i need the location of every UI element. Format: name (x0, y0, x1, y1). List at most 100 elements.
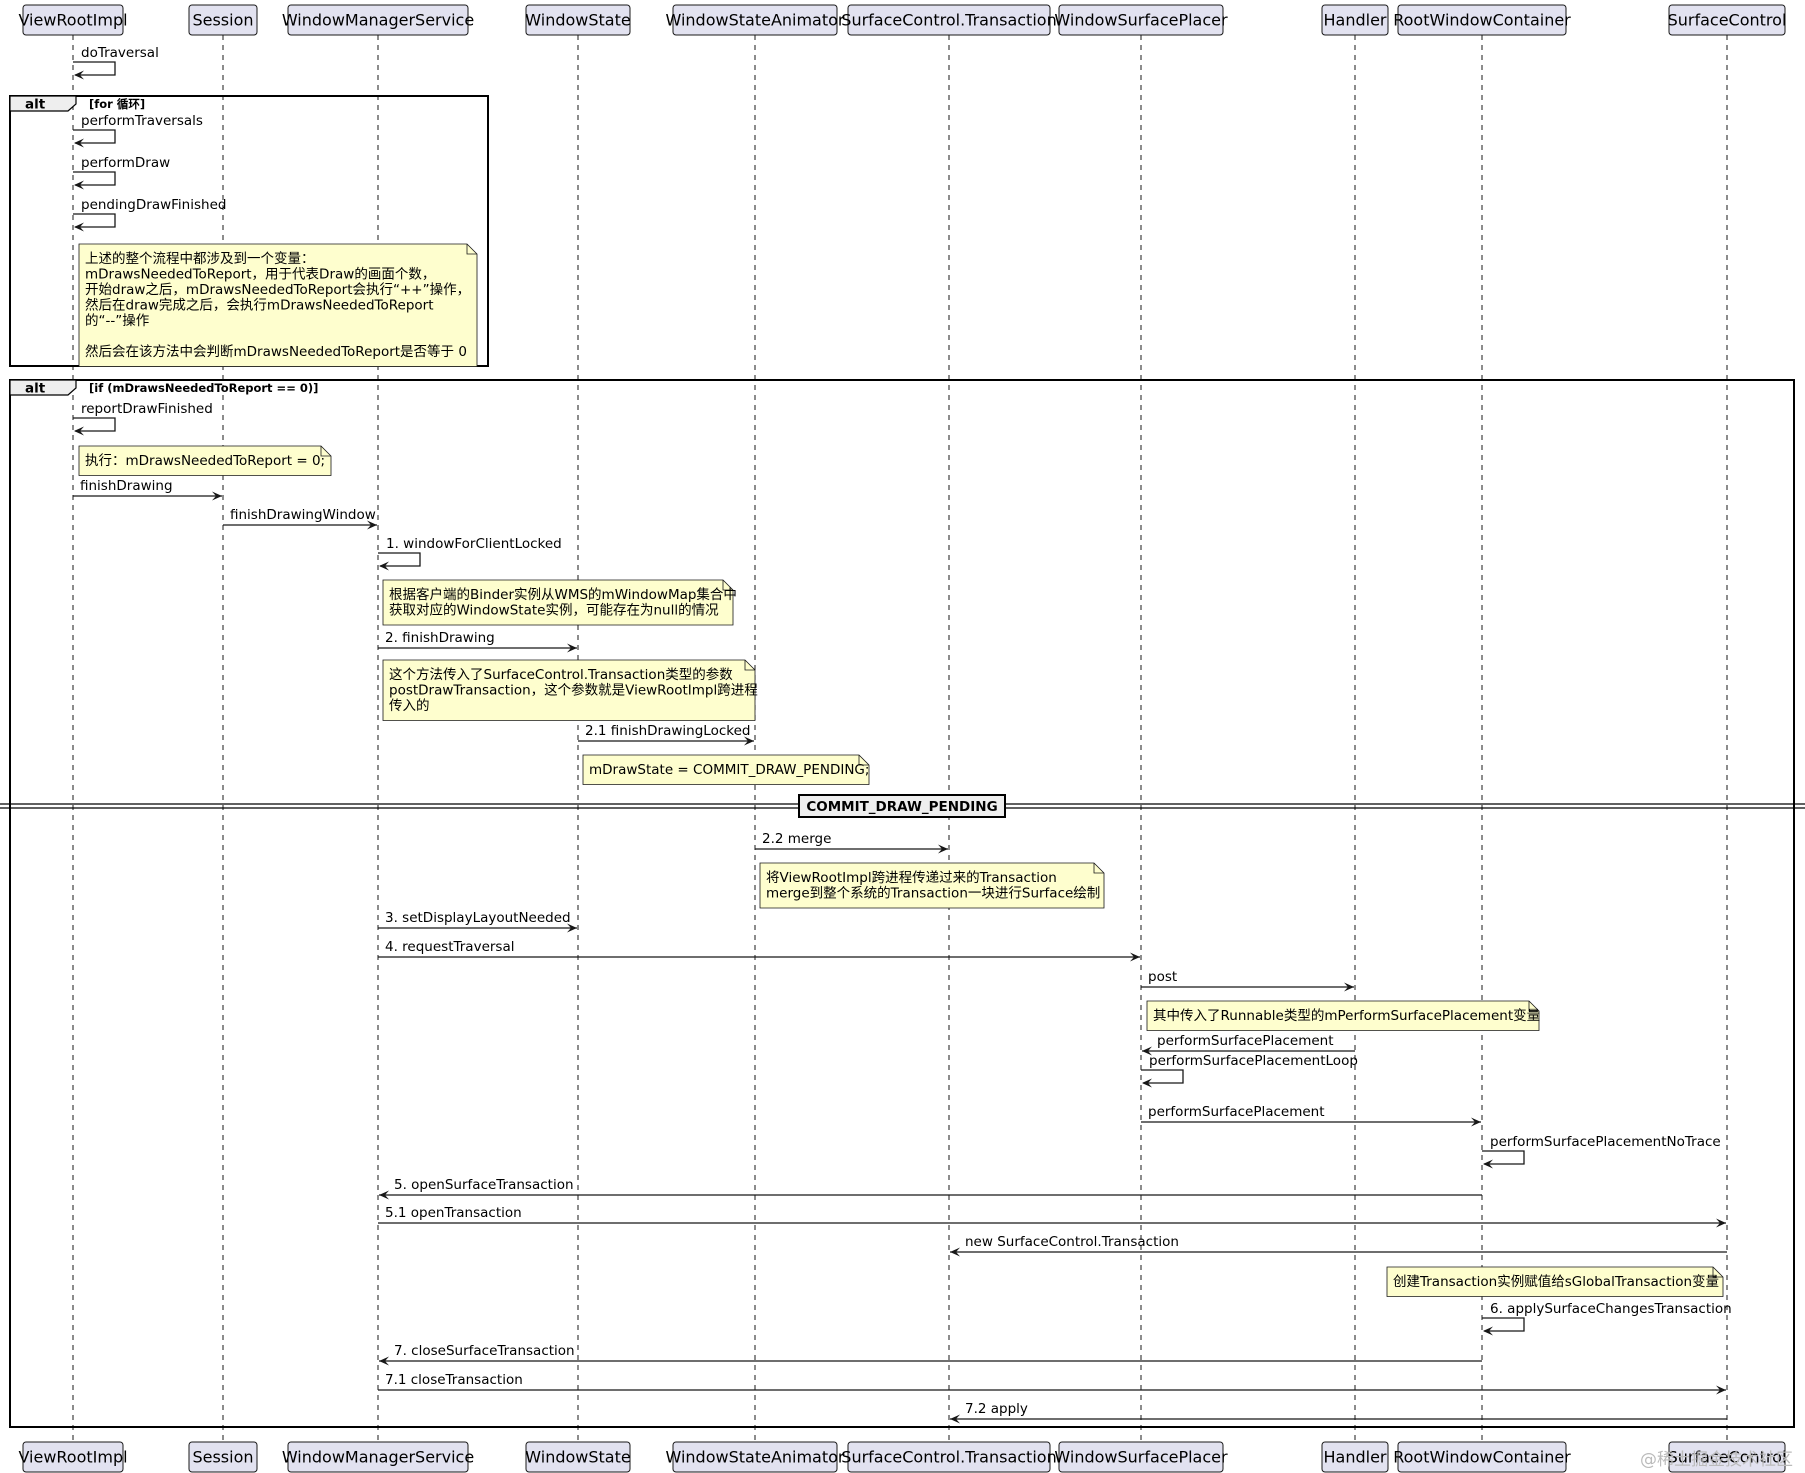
note-line: postDrawTransaction，这个参数就是ViewRootImpl跨进… (389, 682, 758, 699)
message-2-2-merge: 2.2 merge (755, 831, 948, 854)
message-4-requesttraversal: 4. requestTraversal (378, 939, 1140, 962)
fragment-keyword: alt (25, 97, 46, 113)
note-3: 根据客户端的Binder实例从WMS的mWindowMap集合中获取对应的Win… (382, 579, 737, 626)
participant-viewrootimpl-bottom: ViewRootImpl (18, 1441, 128, 1473)
participant-surfacecontrol-top: SurfaceControl (1668, 4, 1787, 36)
note-7: 其中传入了Runnable类型的mPerformSurfacePlacement… (1146, 1000, 1540, 1031)
participant-session-bottom: Session (188, 1441, 258, 1473)
message-label: new SurfaceControl.Transaction (965, 1234, 1179, 1250)
message-label: pendingDrawFinished (81, 197, 226, 213)
participant-windowsurfaceplacer-bottom: WindowSurfacePlacer (1054, 1441, 1228, 1473)
participant-windowstate-bottom: WindowState (525, 1441, 631, 1473)
participant-windowstate-top: WindowState (525, 4, 631, 36)
message-finishdrawing: finishDrawing (73, 478, 222, 501)
note-line: 执行：mDrawsNeededToReport = 0; (85, 453, 325, 469)
message-label: performSurfacePlacementLoop (1149, 1053, 1358, 1069)
message-label: doTraversal (81, 45, 159, 61)
message-label: 7.1 closeTransaction (385, 1372, 523, 1388)
message-label: 2.1 finishDrawingLocked (585, 723, 750, 739)
message-performsurfaceplacementnotrace: performSurfacePlacementNoTrace (1482, 1134, 1721, 1169)
message-label: performTraversals (81, 113, 203, 129)
participant-label: ViewRootImpl (18, 1448, 127, 1467)
message-label: 2. finishDrawing (385, 630, 495, 646)
note-line: 获取对应的WindowState实例，可能存在为null的情况 (389, 602, 719, 619)
message-label: 3. setDisplayLayoutNeeded (385, 910, 571, 926)
participant-rootwindowcontainer-bottom: RootWindowContainer (1393, 1441, 1571, 1473)
note-line: 开始draw之后，mDrawsNeededToReport会执行“++”操作， (85, 282, 470, 298)
message-label: performSurfacePlacementNoTrace (1490, 1134, 1721, 1150)
message-label: 7.2 apply (965, 1401, 1028, 1417)
message-label: performDraw (81, 155, 170, 171)
participant-label: RootWindowContainer (1393, 11, 1571, 30)
participant-label: WindowManagerService (282, 11, 474, 30)
note-line: 根据客户端的Binder实例从WMS的mWindowMap集合中 (389, 586, 737, 603)
message-7-closesurfacetransaction: 7. closeSurfaceTransaction (379, 1343, 1482, 1366)
note-line: mDrawState = COMMIT_DRAW_PENDING; (589, 762, 869, 778)
participant-windowmanagerservice-bottom: WindowManagerService (282, 1441, 474, 1473)
note-line: 这个方法传入了SurfaceControl.Transaction类型的参数 (389, 666, 733, 683)
notes: 上述的整个流程中都涉及到一个变量：mDrawsNeededToReport，用于… (78, 243, 1724, 1297)
message-pendingdrawfinished: pendingDrawFinished (73, 197, 226, 232)
participant-label: Session (192, 11, 253, 30)
note-8: 创建Transaction实例赋值给sGlobalTransaction变量 (1386, 1266, 1724, 1297)
participant-label: WindowState (525, 1448, 630, 1467)
participant-label: WindowSurfacePlacer (1054, 1448, 1228, 1467)
note-line: 创建Transaction实例赋值给sGlobalTransaction变量 (1393, 1274, 1719, 1290)
note-line: 然后会在该方法中会判断mDrawsNeededToReport是否等于 0 (85, 343, 467, 360)
note-line: mDrawsNeededToReport，用于代表Draw的画面个数， (85, 267, 435, 283)
message-label: 1. windowForClientLocked (386, 536, 562, 552)
note-1: 上述的整个流程中都涉及到一个变量：mDrawsNeededToReport，用于… (78, 243, 478, 367)
message-label: 6. applySurfaceChangesTransaction (1490, 1301, 1732, 1317)
note-line: 其中传入了Runnable类型的mPerformSurfacePlacement… (1153, 1008, 1540, 1024)
participant-windowstateanimator-top: WindowStateAnimator (666, 4, 845, 36)
note-6: 将ViewRootImpl跨进程传递过来的Transactionmerge到整个… (759, 862, 1105, 909)
fragment-guard: [for 循环] (89, 97, 145, 111)
message-new-surfacecontrol-transaction: new SurfaceControl.Transaction (950, 1234, 1727, 1257)
message-label: 2.2 merge (762, 831, 831, 847)
participant-label: Handler (1324, 11, 1387, 30)
divider: COMMIT_DRAW_PENDING (0, 794, 1805, 818)
note-line: 然后在draw完成之后，会执行mDrawsNeededToReport (85, 297, 434, 314)
participant-label: Session (192, 1448, 253, 1467)
message-performsurfaceplacementloop: performSurfacePlacementLoop (1141, 1053, 1358, 1088)
fragment-keyword: alt (25, 381, 46, 397)
message-label: post (1148, 969, 1177, 985)
message-2-finishdrawing: 2. finishDrawing (378, 630, 577, 653)
message-label: 4. requestTraversal (385, 939, 514, 955)
message-7-1-closetransaction: 7.1 closeTransaction (378, 1372, 1726, 1395)
message-label: performSurfacePlacement (1148, 1104, 1325, 1120)
fragment-guard: [if (mDrawsNeededToReport == 0)] (89, 381, 318, 395)
message-performdraw: performDraw (73, 155, 170, 190)
message-label: 7. closeSurfaceTransaction (394, 1343, 575, 1359)
message-dotraversal: doTraversal (73, 45, 159, 80)
note-line: 将ViewRootImpl跨进程传递过来的Transaction (766, 870, 1057, 886)
participant-windowmanagerservice-top: WindowManagerService (282, 4, 474, 36)
participant-handler-bottom: Handler (1321, 1441, 1389, 1473)
message-label: 5.1 openTransaction (385, 1205, 522, 1221)
participant-label: SurfaceControl.Transaction (841, 11, 1056, 30)
participant-session-top: Session (188, 4, 258, 36)
message-post: post (1141, 969, 1354, 992)
message-finishdrawingwindow: finishDrawingWindow (223, 507, 377, 530)
message-label: reportDrawFinished (81, 401, 213, 417)
participant-label: RootWindowContainer (1393, 1448, 1571, 1467)
participant-label: WindowStateAnimator (666, 11, 845, 30)
participant-label: ViewRootImpl (18, 11, 127, 30)
message-label: performSurfacePlacement (1157, 1033, 1334, 1049)
note-line: 的“--”操作 (85, 313, 149, 329)
note-line: merge到整个系统的Transaction一块进行Surface绘制 (766, 886, 1100, 902)
note-line: 传入的 (389, 698, 430, 714)
message-label: finishDrawing (80, 478, 173, 494)
participant-surfacecontrol-transaction-top: SurfaceControl.Transaction (841, 4, 1057, 36)
participant-label: SurfaceControl (1668, 11, 1787, 30)
message-performsurfaceplacement: performSurfacePlacement (1141, 1104, 1481, 1127)
note-line: 上述的整个流程中都涉及到一个变量： (85, 251, 315, 267)
participant-handler-top: Handler (1321, 4, 1389, 36)
message-2-1-finishdrawinglocked: 2.1 finishDrawingLocked (578, 723, 754, 746)
message-1-windowforclientlocked: 1. windowForClientLocked (378, 536, 562, 571)
message-reportdrawfinished: reportDrawFinished (73, 401, 213, 436)
participant-surfacecontrol-transaction-bottom: SurfaceControl.Transaction (841, 1441, 1057, 1473)
divider-label: COMMIT_DRAW_PENDING (806, 799, 997, 815)
participant-windowsurfaceplacer-top: WindowSurfacePlacer (1054, 4, 1228, 36)
participant-windowstateanimator-bottom: WindowStateAnimator (666, 1441, 845, 1473)
